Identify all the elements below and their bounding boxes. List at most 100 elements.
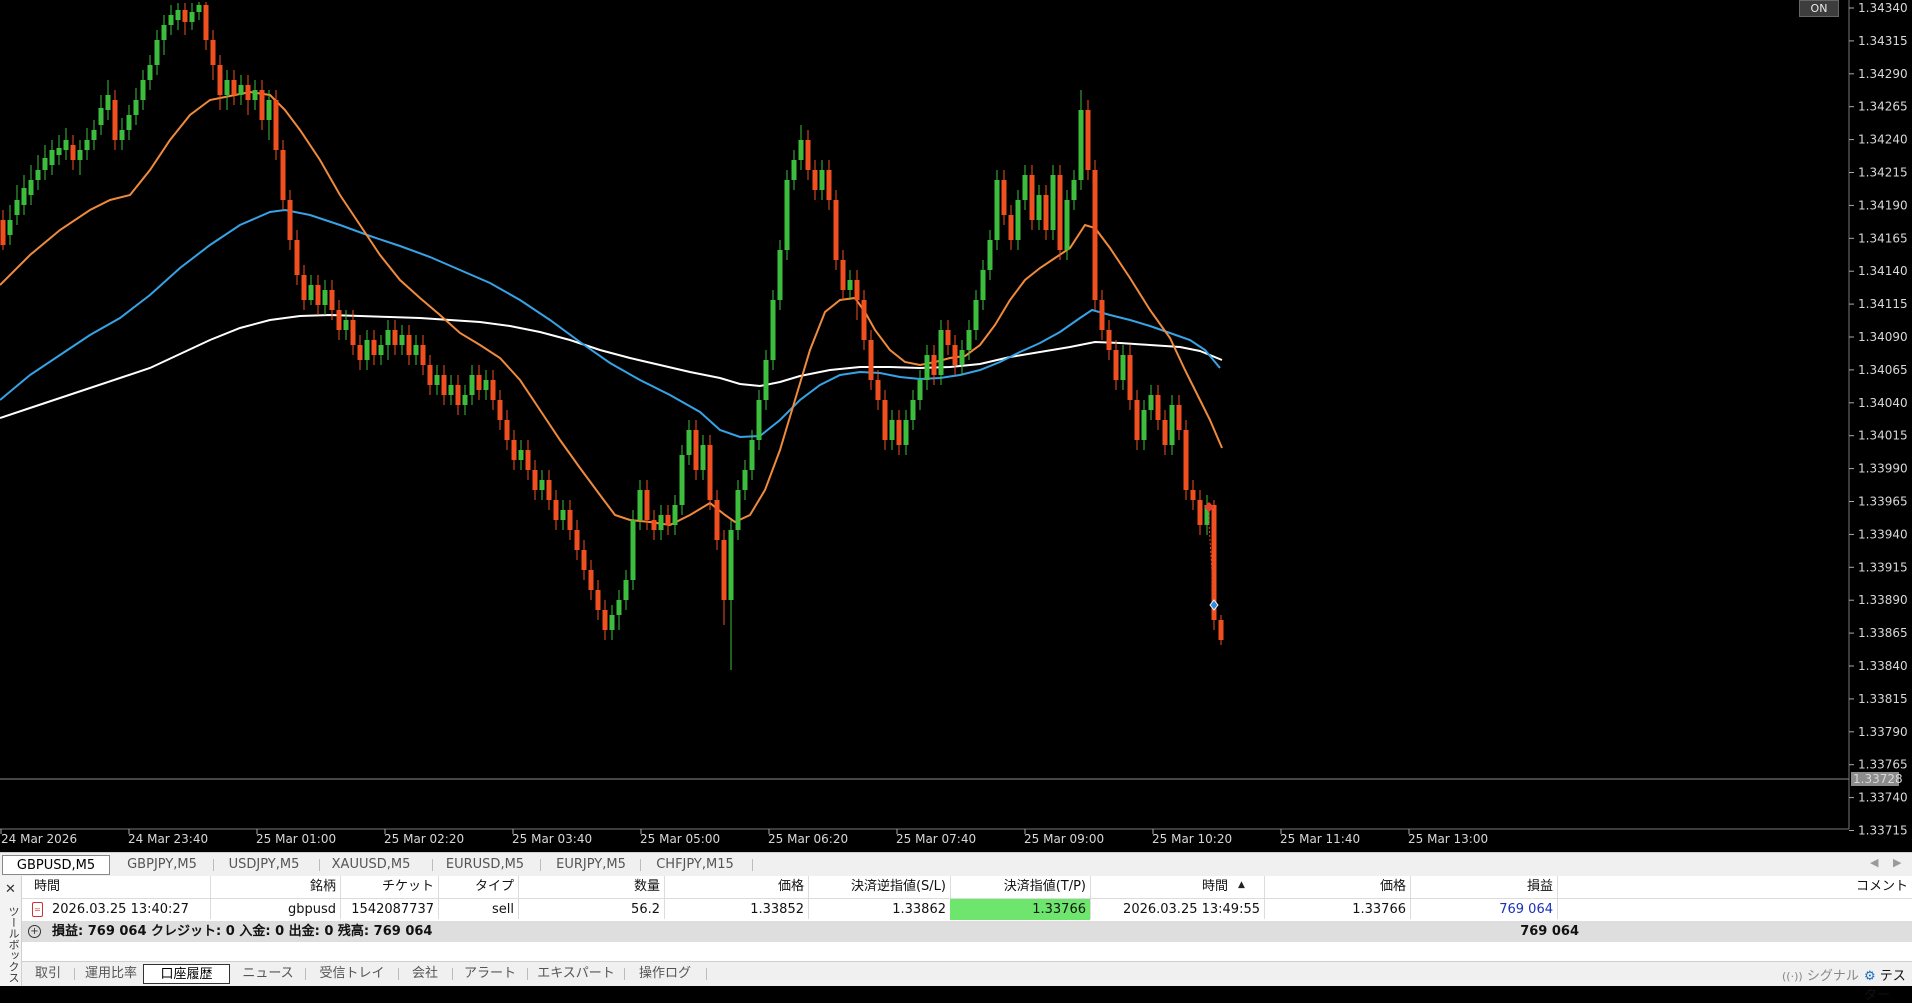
candle-bullish bbox=[84, 140, 90, 150]
candle-bearish bbox=[840, 260, 846, 290]
candle-bearish bbox=[644, 490, 650, 520]
candle-bearish bbox=[1155, 395, 1161, 420]
tab-trade[interactable]: 取引 bbox=[22, 964, 74, 984]
col-header-volume[interactable]: 数量 bbox=[518, 876, 664, 898]
candle-bullish bbox=[322, 290, 328, 305]
candle-bullish bbox=[798, 140, 804, 160]
chart-canvas[interactable]: 1.34340 1.34315 1.34290 1.34265 1.34240 1.342… bbox=[0, 0, 1912, 852]
candle-bullish bbox=[686, 430, 692, 455]
candle-bearish bbox=[301, 275, 307, 300]
col-header-tp[interactable]: 決済指値(T/P) bbox=[950, 876, 1090, 898]
candle-bullish bbox=[343, 320, 349, 330]
candle-bearish bbox=[511, 440, 517, 460]
candle-bearish bbox=[1092, 170, 1098, 300]
tab-gbpusd-m5[interactable]: GBPUSD,M5 bbox=[2, 855, 110, 875]
price-axis-label: 1.34090 bbox=[1858, 330, 1908, 344]
candle-bearish bbox=[854, 280, 860, 300]
summary-row[interactable]: + 損益: 769 064 クレジット: 0 入金: 0 出金: 0 残高: 7… bbox=[22, 921, 1912, 942]
tab-alerts[interactable]: アラート bbox=[454, 964, 526, 984]
candle-bullish bbox=[679, 455, 685, 505]
tab-separator bbox=[398, 968, 399, 980]
signal-button[interactable]: ((·)) シグナル bbox=[1782, 965, 1859, 984]
col-header-open-price[interactable]: 価格 bbox=[664, 876, 808, 898]
candle-bearish bbox=[406, 335, 412, 355]
candle-bullish bbox=[917, 380, 923, 400]
col-header-close-time[interactable]: 時間 bbox=[1090, 876, 1252, 898]
cell-comment bbox=[1557, 899, 1912, 920]
candle-bearish bbox=[714, 500, 720, 540]
col-header-ticket[interactable]: チケット bbox=[340, 876, 438, 898]
tab-account-history[interactable]: 口座履歴 bbox=[143, 964, 230, 984]
candle-bearish bbox=[861, 300, 867, 340]
tab-scroll-left-icon[interactable]: ◀ bbox=[1870, 856, 1878, 869]
tab-gbpjpy-m5[interactable]: GBPJPY,M5 bbox=[112, 855, 212, 875]
candle-bearish bbox=[651, 520, 657, 530]
candle-bullish bbox=[168, 15, 174, 25]
candle-bearish bbox=[595, 590, 601, 610]
candle-bullish bbox=[756, 400, 762, 440]
col-header-comment[interactable]: コメント bbox=[1557, 876, 1912, 898]
tab-news[interactable]: ニュース bbox=[232, 964, 304, 984]
candle-bullish bbox=[924, 355, 930, 380]
signal-icon: ((·)) bbox=[1782, 970, 1803, 983]
col-header-symbol[interactable]: 銘柄 bbox=[210, 876, 340, 898]
col-header-profit[interactable]: 損益 bbox=[1410, 876, 1557, 898]
tab-experts[interactable]: エキスパート bbox=[529, 964, 623, 984]
tab-scroll-right-icon[interactable]: ▶ bbox=[1893, 856, 1901, 869]
price-axis-label: 1.34315 bbox=[1858, 34, 1908, 48]
tester-button[interactable]: ⚙ テスター bbox=[1864, 965, 1912, 1003]
close-icon[interactable]: ✕ bbox=[5, 882, 16, 897]
col-header-open-time[interactable]: 時間 bbox=[28, 876, 210, 898]
candle-bullish bbox=[770, 300, 776, 360]
candle-bullish bbox=[483, 380, 489, 390]
candle-bearish bbox=[693, 430, 699, 470]
candle-bullish bbox=[119, 130, 125, 140]
tab-journal[interactable]: 操作ログ bbox=[626, 964, 704, 984]
tab-usdjpy-m5[interactable]: USDJPY,M5 bbox=[214, 855, 314, 875]
candle-bearish bbox=[574, 530, 580, 550]
summary-profit: 769 064 bbox=[1520, 924, 1579, 939]
candle-bullish bbox=[91, 130, 97, 140]
tab-mailbox[interactable]: 受信トレイ bbox=[307, 964, 397, 984]
candle-bearish bbox=[259, 90, 265, 120]
candle-bearish bbox=[1197, 500, 1203, 525]
price-chart[interactable]: 1.34340 1.34315 1.34290 1.34265 1.34240 1.342… bbox=[0, 0, 1912, 852]
candle-bearish bbox=[182, 10, 188, 22]
expand-plus-icon[interactable]: + bbox=[28, 925, 41, 938]
candle-bullish bbox=[147, 65, 153, 80]
candle-bullish bbox=[140, 80, 146, 100]
col-header-type[interactable]: タイプ bbox=[438, 876, 518, 898]
candle-bearish bbox=[231, 80, 237, 95]
time-axis-label: 25 Mar 13:00 bbox=[1408, 832, 1488, 846]
candle-bullish bbox=[49, 150, 55, 165]
on-badge[interactable]: ON bbox=[1799, 0, 1839, 17]
tester-icon: ⚙ bbox=[1864, 969, 1876, 984]
tab-exposure[interactable]: 運用比率 bbox=[76, 964, 146, 984]
col-header-close-price[interactable]: 価格 bbox=[1264, 876, 1410, 898]
tab-xauusd-m5[interactable]: XAUUSD,M5 bbox=[320, 855, 422, 875]
candle-bearish bbox=[875, 380, 881, 400]
toolbox-sidebar: ✕ ツールボックス bbox=[0, 876, 22, 986]
signal-label: シグナル bbox=[1806, 969, 1859, 984]
candle-bearish bbox=[896, 420, 902, 445]
tab-eurusd-m5[interactable]: EURUSD,M5 bbox=[434, 855, 536, 875]
candle-bullish bbox=[763, 360, 769, 400]
tab-separator bbox=[540, 859, 541, 871]
candle-bullish bbox=[448, 385, 454, 395]
candle-bullish bbox=[700, 445, 706, 470]
tab-chfjpy-m15[interactable]: CHFJPY,M15 bbox=[642, 855, 748, 875]
candle-bearish bbox=[532, 470, 538, 490]
candle-bearish bbox=[210, 40, 216, 65]
tab-eurjpy-m5[interactable]: EURJPY,M5 bbox=[542, 855, 640, 875]
candle-bearish bbox=[427, 365, 433, 385]
col-header-sl[interactable]: 決済逆指値(S/L) bbox=[808, 876, 950, 898]
tab-company[interactable]: 会社 bbox=[400, 964, 450, 984]
candle-bullish bbox=[238, 85, 244, 95]
candle-bearish bbox=[357, 345, 363, 360]
candle-bearish bbox=[707, 445, 713, 500]
candle-bearish bbox=[1057, 175, 1063, 250]
candle-bullish bbox=[77, 150, 83, 160]
candle-bullish bbox=[889, 420, 895, 440]
candle-bearish bbox=[490, 380, 496, 400]
terminal-tab-bar: 取引 運用比率 口座履歴 ニュース 受信トレイ 会社 アラート エキスパート 操… bbox=[22, 961, 1912, 1003]
